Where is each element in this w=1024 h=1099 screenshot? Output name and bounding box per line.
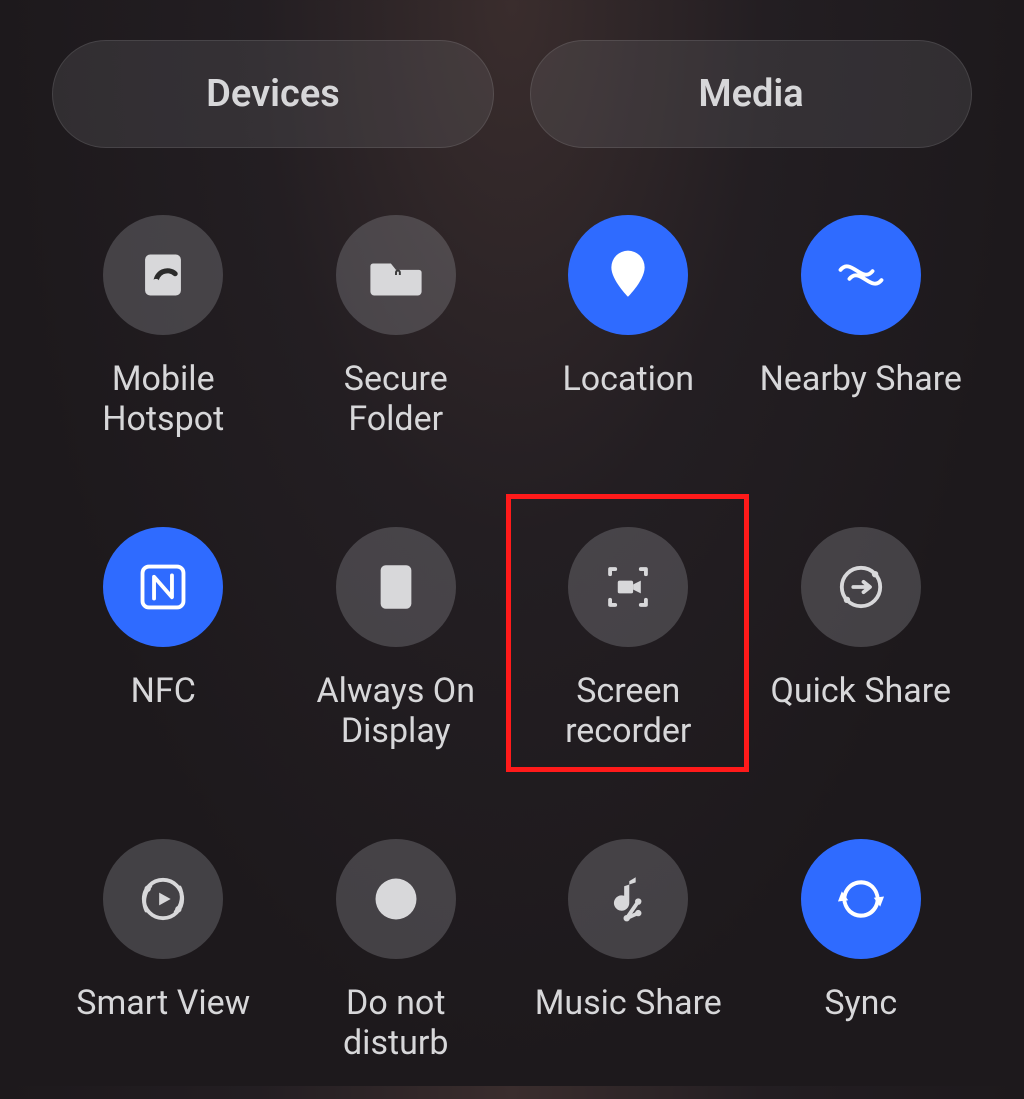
nearby-share-icon [801,215,921,335]
tile-secure-folder[interactable]: Secure Folder [285,203,508,475]
svg-text:L: L [390,575,402,596]
tile-label: Quick Share [770,671,951,711]
nfc-icon [103,527,223,647]
dnd-icon [336,839,456,959]
tile-label: Always On Display [317,671,475,751]
tile-screen-recorder[interactable]: Screen recorder [517,515,740,787]
devices-button-label: Devices [206,72,340,116]
tile-label: Do not disturb [343,983,448,1063]
tile-smart-view[interactable]: Smart View [52,827,275,1099]
hotspot-icon [103,215,223,335]
smart-view-icon [103,839,223,959]
sync-icon [801,839,921,959]
tile-label: Mobile Hotspot [102,359,224,439]
screen-recorder-icon [568,527,688,647]
tile-always-on-display[interactable]: L Always On Display [285,515,508,787]
tile-nearby-share[interactable]: Nearby Share [750,203,973,475]
tile-label: Music Share [535,983,722,1023]
media-button[interactable]: Media [530,40,972,148]
tile-label: Sync [824,983,897,1023]
quick-share-icon [801,527,921,647]
devices-button[interactable]: Devices [52,40,494,148]
media-button-label: Media [698,72,803,116]
secure-folder-icon [336,215,456,335]
quick-settings-panel: Devices Media Mobile Hotspot Secure Folde… [0,0,1024,1086]
location-icon [568,215,688,335]
tile-sync[interactable]: Sync [750,827,973,1099]
tile-label: Nearby Share [760,359,962,399]
tile-nfc[interactable]: NFC [52,515,275,787]
quick-settings-grid: Mobile Hotspot Secure Folder Location Nearb… [52,203,972,1099]
tile-mobile-hotspot[interactable]: Mobile Hotspot [52,203,275,475]
tile-label: Screen recorder [565,671,691,751]
music-share-icon [568,839,688,959]
tile-do-not-disturb[interactable]: Do not disturb [285,827,508,1099]
tile-label: Location [562,359,694,399]
tile-label: NFC [131,671,196,711]
top-button-row: Devices Media [52,40,972,148]
tile-location[interactable]: Location [517,203,740,475]
tile-label: Smart View [76,983,250,1023]
tile-music-share[interactable]: Music Share [517,827,740,1099]
aod-icon: L [336,527,456,647]
tile-label: Secure Folder [344,359,448,439]
tile-quick-share[interactable]: Quick Share [750,515,973,787]
